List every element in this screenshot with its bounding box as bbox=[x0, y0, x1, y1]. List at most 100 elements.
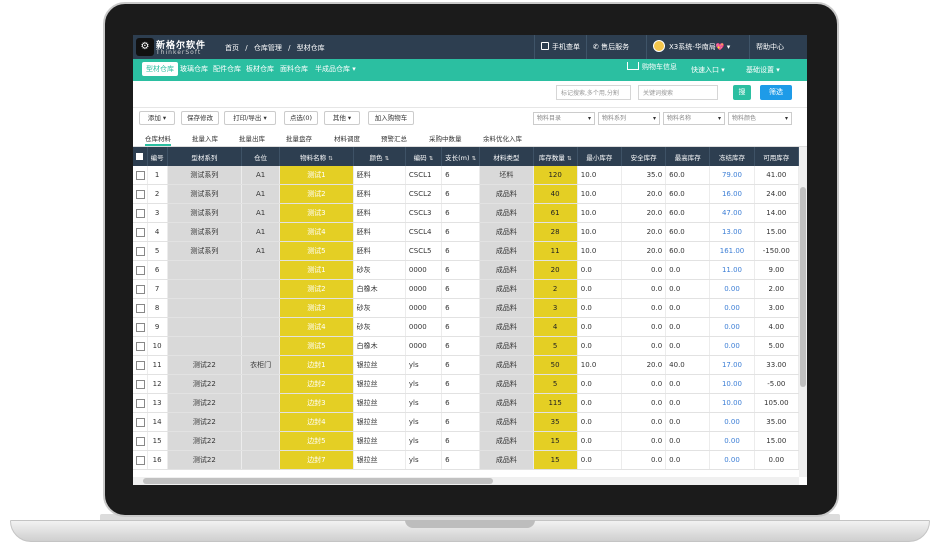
print-export-button[interactable]: 打印/导出 ▾ bbox=[224, 111, 276, 125]
row-checkbox[interactable] bbox=[133, 166, 148, 185]
row-checkbox[interactable] bbox=[133, 355, 148, 375]
table-row[interactable]: 3 测试系列 A1 测试3 胚料 CSCL3 6 成品料 61 10.0 20.0 60.0 47.00… bbox=[133, 203, 799, 223]
cell-name[interactable]: 边封1 bbox=[279, 355, 354, 375]
vertical-scrollbar[interactable] bbox=[799, 147, 807, 477]
cell-name[interactable]: 测试1 bbox=[279, 260, 354, 280]
nav-item-board[interactable]: 板材仓库 bbox=[246, 64, 274, 74]
cell-name[interactable]: 测试5 bbox=[279, 241, 354, 261]
tab-batch-in[interactable]: 批量入库 bbox=[192, 133, 218, 143]
table-row[interactable]: 6 测试1 砂灰 0000 6 成品料 20 0.0 0.0 0.0 11.00 9.00 bbox=[133, 260, 799, 280]
cell-frozen-stock[interactable]: 0.00 bbox=[709, 336, 755, 356]
select-all-checkbox[interactable] bbox=[133, 147, 148, 166]
user-menu[interactable]: X3系统-华南局💖 ▾ bbox=[646, 35, 749, 59]
cell-frozen-stock[interactable]: 16.00 bbox=[709, 184, 755, 204]
cell-name[interactable]: 测试4 bbox=[279, 317, 354, 337]
table-row[interactable]: 16 测试22 边封7 银拉丝 yls 6 成品料 15 0.0 0.0 0.0 0.00 0.00 bbox=[133, 450, 799, 470]
row-checkbox[interactable] bbox=[133, 279, 148, 299]
settings-menu[interactable]: 基础设置 ▾ bbox=[746, 65, 780, 75]
table-row[interactable]: 5 测试系列 A1 测试5 胚料 CSCL5 6 成品料 11 10.0 20.0 60.0 161.0… bbox=[133, 241, 799, 261]
cell-frozen-stock[interactable]: 0.00 bbox=[709, 412, 755, 432]
header-color[interactable]: 颜色 ⇅ bbox=[353, 147, 406, 166]
after-sales-button[interactable]: ✆ 售后服务 bbox=[586, 35, 646, 59]
horizontal-scrollbar[interactable] bbox=[133, 477, 799, 485]
nav-item-glass[interactable]: 玻璃仓库 bbox=[180, 64, 208, 74]
table-row[interactable]: 13 测试22 边封3 银拉丝 yls 6 成品料 115 0.0 0.0 0.0 10.00 105.… bbox=[133, 393, 799, 413]
mobile-order-button[interactable]: 手机查单 bbox=[534, 35, 586, 59]
help-center-link[interactable]: 帮助中心 bbox=[749, 35, 807, 59]
table-row[interactable]: 12 测试22 边封2 银拉丝 yls 6 成品料 5 0.0 0.0 0.0 10.00 -5.00 bbox=[133, 374, 799, 394]
selected-count-button[interactable]: 点选(0) bbox=[284, 111, 318, 125]
row-checkbox[interactable] bbox=[133, 260, 148, 280]
row-checkbox[interactable] bbox=[133, 241, 148, 261]
header-name[interactable]: 物料名称 ⇅ bbox=[279, 147, 354, 166]
cell-name[interactable]: 边封3 bbox=[279, 393, 354, 413]
material-color-select[interactable]: 物料颜色 ▾ bbox=[728, 112, 792, 125]
cell-name[interactable]: 边封2 bbox=[279, 374, 354, 394]
row-checkbox[interactable] bbox=[133, 317, 148, 337]
tab-warehouse-materials[interactable]: 仓库材料 bbox=[145, 133, 171, 146]
row-checkbox[interactable] bbox=[133, 298, 148, 318]
cell-frozen-stock[interactable]: 79.00 bbox=[709, 166, 755, 185]
tag-search-input[interactable]: 标记搜索,多个用,分割 bbox=[556, 85, 631, 100]
tab-batch-inventory[interactable]: 批量盘存 bbox=[286, 133, 312, 143]
scroll-thumb[interactable] bbox=[143, 478, 493, 484]
search-button[interactable]: 搜 bbox=[733, 85, 751, 100]
breadcrumb-warehouse[interactable]: 仓库管理 bbox=[254, 44, 282, 52]
cart-button[interactable]: 购物车信息 bbox=[627, 62, 677, 72]
row-checkbox[interactable] bbox=[133, 336, 148, 356]
keyword-search-input[interactable]: 关键词搜索 bbox=[638, 85, 718, 100]
cell-name[interactable]: 测试2 bbox=[279, 184, 354, 204]
row-checkbox[interactable] bbox=[133, 450, 148, 470]
cell-name[interactable]: 边封5 bbox=[279, 431, 354, 451]
table-row[interactable]: 11 测试22 衣柜门 边封1 银拉丝 yls 6 成品料 50 10.0 20.0 40.0 17.0… bbox=[133, 355, 799, 375]
cell-frozen-stock[interactable]: 0.00 bbox=[709, 298, 755, 318]
table-row[interactable]: 7 测试2 白橡木 0000 6 成品料 2 0.0 0.0 0.0 0.00 2.00 bbox=[133, 279, 799, 299]
row-checkbox[interactable] bbox=[133, 431, 148, 451]
row-checkbox[interactable] bbox=[133, 393, 148, 413]
nav-item-parts[interactable]: 配件仓库 bbox=[213, 64, 241, 74]
material-catalog-select[interactable]: 物料目录 ▾ bbox=[533, 112, 595, 125]
nav-item-semi[interactable]: 半成品仓库 ▾ bbox=[315, 64, 356, 74]
cell-frozen-stock[interactable]: 0.00 bbox=[709, 431, 755, 451]
tab-material-dispatch[interactable]: 材料调度 bbox=[334, 133, 360, 143]
table-row[interactable]: 4 测试系列 A1 测试4 胚料 CSCL4 6 成品料 28 10.0 20.0 60.0 13.00… bbox=[133, 222, 799, 242]
table-row[interactable]: 9 测试4 砂灰 0000 6 成品料 4 0.0 0.0 0.0 0.00 4.00 bbox=[133, 317, 799, 337]
cell-name[interactable]: 边封7 bbox=[279, 450, 354, 470]
save-button[interactable]: 保存修改 bbox=[181, 111, 219, 125]
cell-frozen-stock[interactable]: 11.00 bbox=[709, 260, 755, 280]
logo[interactable]: ⚙ 新格尔软件 ThinkerSoft bbox=[136, 37, 214, 57]
tab-remnant-optimization[interactable]: 余料优化入库 bbox=[483, 133, 522, 143]
row-checkbox[interactable] bbox=[133, 374, 148, 394]
table-row[interactable]: 14 测试22 边封4 银拉丝 yls 6 成品料 35 0.0 0.0 0.0 0.00 35.00 bbox=[133, 412, 799, 432]
other-button[interactable]: 其他 ▾ bbox=[324, 111, 360, 125]
cell-frozen-stock[interactable]: 161.00 bbox=[709, 241, 755, 261]
scroll-thumb[interactable] bbox=[800, 187, 806, 387]
tab-purchasing[interactable]: 采购中数量 bbox=[429, 133, 462, 143]
cell-frozen-stock[interactable]: 13.00 bbox=[709, 222, 755, 242]
header-code[interactable]: 编码 ⇅ bbox=[405, 147, 443, 166]
cell-name[interactable]: 测试5 bbox=[279, 336, 354, 356]
tab-batch-out[interactable]: 批量出库 bbox=[239, 133, 265, 143]
material-name-select[interactable]: 物料名称 ▾ bbox=[663, 112, 725, 125]
cell-name[interactable]: 测试3 bbox=[279, 298, 354, 318]
cell-frozen-stock[interactable]: 17.00 bbox=[709, 355, 755, 375]
cell-name[interactable]: 测试3 bbox=[279, 203, 354, 223]
quick-entry-menu[interactable]: 快速入口 ▾ bbox=[691, 65, 725, 75]
cell-name[interactable]: 边封4 bbox=[279, 412, 354, 432]
nav-item-profile[interactable]: 型材仓库 bbox=[142, 62, 178, 76]
table-row[interactable]: 2 测试系列 A1 测试2 胚料 CSCL2 6 成品料 40 10.0 20.0 60.0 16.00… bbox=[133, 184, 799, 204]
cell-frozen-stock[interactable]: 0.00 bbox=[709, 279, 755, 299]
cell-name[interactable]: 测试2 bbox=[279, 279, 354, 299]
cell-frozen-stock[interactable]: 0.00 bbox=[709, 450, 755, 470]
material-series-select[interactable]: 物料系列 ▾ bbox=[598, 112, 660, 125]
table-row[interactable]: 10 测试5 白橡木 0000 6 成品料 5 0.0 0.0 0.0 0.00 5.00 bbox=[133, 336, 799, 356]
nav-item-fabric[interactable]: 面料仓库 bbox=[280, 64, 308, 74]
table-row[interactable]: 8 测试3 砂灰 0000 6 成品料 3 0.0 0.0 0.0 0.00 3.00 bbox=[133, 298, 799, 318]
row-checkbox[interactable] bbox=[133, 222, 148, 242]
table-row[interactable]: 1 测试系列 A1 测试1 胚料 CSCL1 6 坯料 120 10.0 35.0 60.0 79.00… bbox=[133, 166, 799, 185]
tab-warning-summary[interactable]: 预警汇总 bbox=[381, 133, 407, 143]
cell-frozen-stock[interactable]: 47.00 bbox=[709, 203, 755, 223]
cell-frozen-stock[interactable]: 10.00 bbox=[709, 374, 755, 394]
add-cart-button[interactable]: 加入购物车 bbox=[368, 111, 414, 125]
cell-frozen-stock[interactable]: 10.00 bbox=[709, 393, 755, 413]
